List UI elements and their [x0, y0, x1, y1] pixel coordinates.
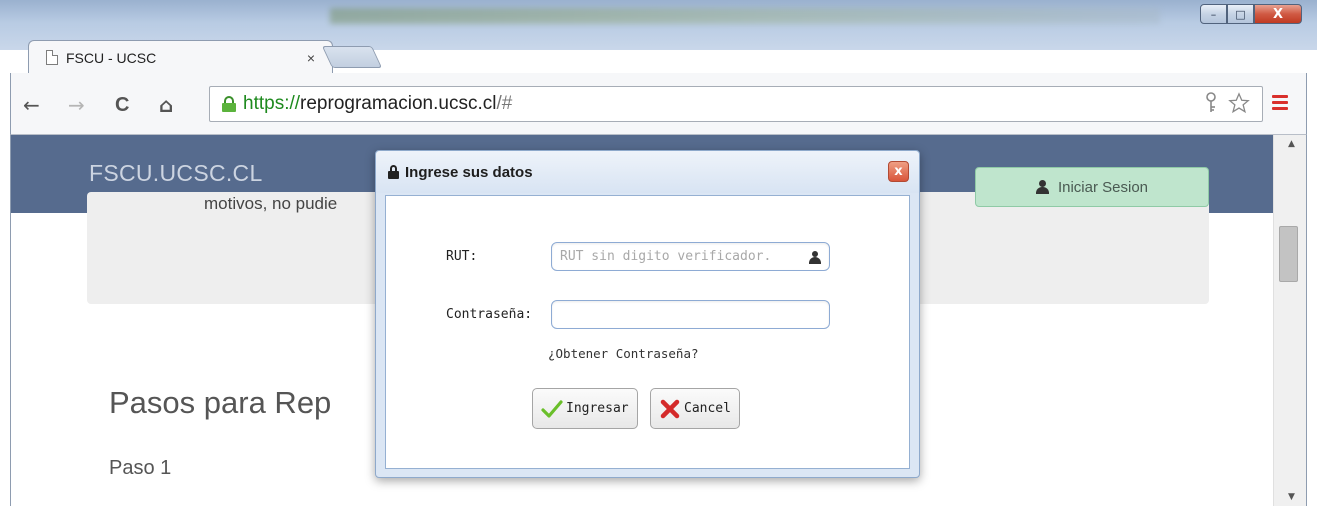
url-text: https://reprogramacion.ucsc.cl/# — [243, 93, 512, 115]
dialog-body: RUT: Contraseña: ¿Obtener Contraseña? In… — [385, 195, 910, 469]
scroll-down-arrow-icon[interactable]: ▼ — [1274, 488, 1306, 506]
star-icon[interactable] — [1228, 92, 1250, 114]
user-icon — [1035, 180, 1049, 194]
url-host: reprogramacion.ucsc.cl — [300, 93, 497, 114]
site-brand[interactable]: FSCU.UCSC.CL — [89, 160, 263, 187]
dialog-title: Ingrese sus datos — [405, 163, 533, 181]
password-label: Contraseña: — [446, 307, 533, 322]
address-bar[interactable]: https://reprogramacion.ucsc.cl/# — [209, 86, 1263, 122]
tab-title: FSCU - UCSC — [66, 49, 157, 66]
lock-icon — [222, 96, 236, 112]
dialog-close-button[interactable]: x — [888, 161, 909, 182]
rut-label: RUT: — [446, 249, 478, 264]
steps-title: Pasos para Rep — [109, 385, 332, 420]
lock-icon — [388, 165, 399, 179]
password-input[interactable] — [551, 300, 830, 329]
scroll-up-arrow-icon[interactable]: ▲ — [1274, 135, 1306, 153]
login-dialog: Ingrese sus datos x RUT: Contraseña: ¿Ob… — [375, 150, 920, 478]
tab-close-icon[interactable]: × — [307, 50, 315, 66]
menu-icon[interactable] — [1272, 95, 1288, 111]
close-window-button[interactable]: X — [1254, 4, 1302, 24]
cancel-button[interactable]: Cancel — [650, 388, 740, 429]
submit-button[interactable]: Ingresar — [532, 388, 638, 429]
reload-icon[interactable]: C — [115, 95, 129, 115]
rut-input[interactable] — [551, 242, 830, 271]
forgot-password-link[interactable]: ¿Obtener Contraseña? — [548, 346, 699, 361]
window-controls: – □ X — [1200, 4, 1302, 24]
forward-icon[interactable]: → — [68, 95, 85, 115]
cancel-button-label: Cancel — [684, 401, 731, 416]
vertical-scrollbar[interactable]: ▲ ▼ — [1273, 135, 1306, 506]
url-scheme: https:// — [243, 93, 301, 114]
scroll-thumb[interactable] — [1279, 226, 1298, 282]
home-icon[interactable]: ⌂ — [159, 95, 173, 115]
submit-button-label: Ingresar — [566, 401, 629, 416]
dialog-titlebar[interactable]: Ingrese sus datos x — [376, 151, 919, 193]
login-button-label: Iniciar Sesion — [1057, 178, 1149, 196]
login-button[interactable]: Iniciar Sesion — [975, 167, 1209, 207]
maximize-button[interactable]: □ — [1227, 4, 1254, 24]
new-tab-button[interactable] — [321, 46, 383, 68]
browser-tab[interactable]: FSCU - UCSC × — [28, 40, 333, 74]
browser-toolbar: ← → C ⌂ https://reprogramacion.ucsc.cl/# — [10, 73, 1307, 135]
url-path: /# — [496, 93, 513, 114]
step-label: Paso 1 — [109, 457, 172, 479]
x-icon — [660, 399, 680, 418]
titlebar-background-blur — [330, 8, 1160, 24]
minimize-button[interactable]: – — [1200, 4, 1227, 24]
key-icon[interactable] — [1204, 92, 1218, 114]
check-icon — [541, 399, 563, 418]
info-text: motivos, no pudie — [204, 194, 338, 213]
page-icon — [46, 50, 58, 65]
user-icon — [809, 251, 821, 264]
back-icon[interactable]: ← — [23, 95, 40, 115]
